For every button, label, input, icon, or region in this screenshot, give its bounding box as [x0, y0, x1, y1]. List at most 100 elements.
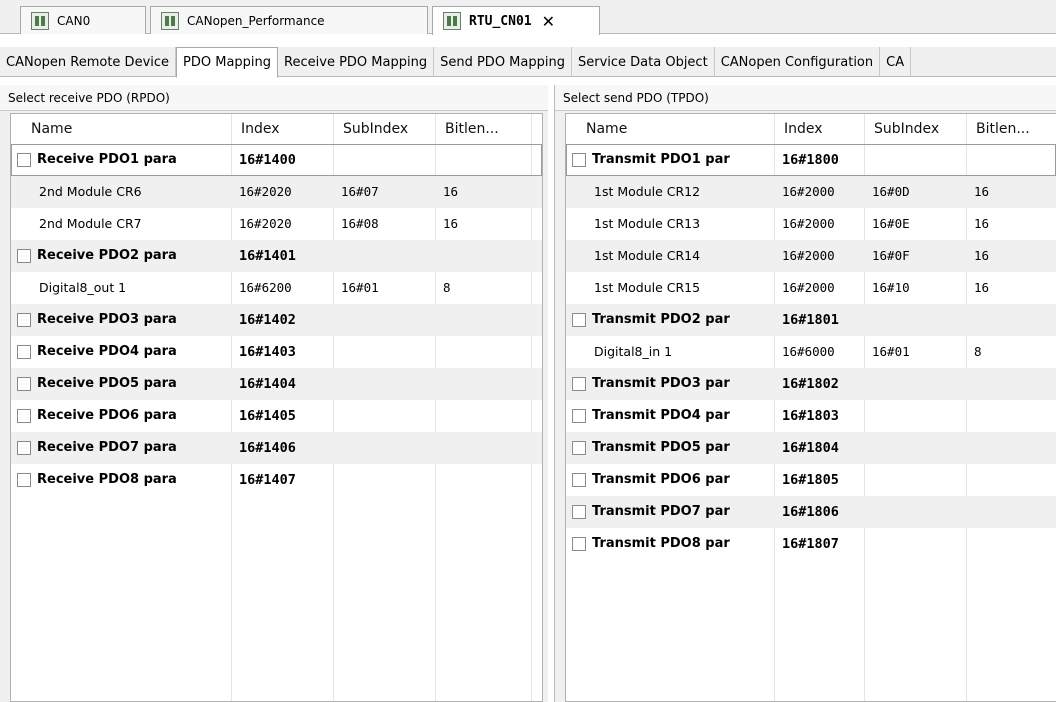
- subindex-cell: 16#0E: [872, 216, 910, 231]
- subindex-cell: [864, 528, 966, 560]
- subindex-cell: 16#0D: [872, 184, 910, 199]
- index-cell: 16#1802: [782, 376, 839, 392]
- tab-canopen-configuration[interactable]: CANopen Configuration: [715, 47, 881, 77]
- tpdo-table: Name Index SubIndex Bitlen... Transmit P…: [565, 113, 1056, 702]
- bitlen-cell: 16: [974, 216, 990, 231]
- pdo-group-row[interactable]: Receive PDO7 para 16#1406: [11, 432, 542, 464]
- rpdo-panel: Select receive PDO (RPDO) Name Index Sub…: [0, 85, 548, 702]
- doc-tab-can0[interactable]: CAN0: [20, 6, 146, 34]
- pdo-mapping-row[interactable]: 2nd Module CR7 16#2020 16#08 16: [11, 208, 542, 240]
- bitlen-cell: 8: [974, 344, 982, 359]
- rpdo-table: Name Index SubIndex Bitlen... Receive PD…: [10, 113, 543, 702]
- column-header-name[interactable]: Name: [23, 114, 72, 144]
- column-header-index[interactable]: Index: [776, 114, 823, 144]
- tab-pdo-mapping[interactable]: PDO Mapping: [176, 47, 279, 78]
- bitlen-cell: [966, 144, 1056, 176]
- close-icon[interactable]: ✕: [542, 12, 555, 31]
- subindex-cell: [333, 368, 435, 400]
- bitlen-cell: 16: [443, 216, 459, 231]
- subindex-cell: [864, 144, 966, 176]
- bitlen-cell: [435, 400, 531, 432]
- index-cell: 16#1400: [239, 152, 296, 168]
- pdo-group-row[interactable]: Transmit PDO3 par 16#1802: [566, 368, 1056, 400]
- doc-tab-rtu-cn01[interactable]: RTU_CN01 ✕: [432, 6, 600, 35]
- tpdo-table-header: Name Index SubIndex Bitlen...: [566, 114, 1056, 144]
- pdo-mapping-row[interactable]: 1st Module CR13 16#2000 16#0E 16: [566, 208, 1056, 240]
- bitlen-cell: [966, 368, 1056, 400]
- bitlen-cell: 16: [443, 184, 459, 199]
- name-cell: 1st Module CR14: [594, 248, 701, 263]
- index-cell: 16#1405: [239, 408, 296, 424]
- pdo-group-row[interactable]: Receive PDO6 para 16#1405: [11, 400, 542, 432]
- doc-tab-canopen-performance[interactable]: CANopen_Performance: [150, 6, 428, 34]
- subindex-cell: [864, 400, 966, 432]
- pdo-group-row[interactable]: Receive PDO1 para 16#1400: [11, 144, 542, 176]
- subindex-cell: 16#0F: [872, 248, 910, 263]
- index-cell: 16#1407: [239, 472, 296, 488]
- column-header-index[interactable]: Index: [233, 114, 280, 144]
- tab-canopen-remote-device[interactable]: CANopen Remote Device: [0, 47, 177, 77]
- index-cell: 16#1805: [782, 472, 839, 488]
- index-cell: 16#2000: [782, 280, 835, 295]
- pdo-group-row[interactable]: Receive PDO5 para 16#1404: [11, 368, 542, 400]
- name-cell: 1st Module CR13: [594, 216, 701, 231]
- bitlen-cell: [435, 432, 531, 464]
- index-cell: 16#2000: [782, 248, 835, 263]
- pdo-group-row[interactable]: Receive PDO2 para 16#1401: [11, 240, 542, 272]
- column-header-name[interactable]: Name: [578, 114, 627, 144]
- pdo-mapping-row[interactable]: 1st Module CR14 16#2000 16#0F 16: [566, 240, 1056, 272]
- pdo-mapping-row[interactable]: 1st Module CR15 16#2000 16#10 16: [566, 272, 1056, 304]
- tab-receive-pdo-mapping[interactable]: Receive PDO Mapping: [278, 47, 435, 77]
- column-header-subindex[interactable]: SubIndex: [335, 114, 408, 144]
- name-cell: 1st Module CR12: [594, 184, 701, 199]
- index-cell: 16#1807: [782, 536, 839, 552]
- pdo-group-row[interactable]: Transmit PDO7 par 16#1806: [566, 496, 1056, 528]
- pdo-group-row[interactable]: Transmit PDO6 par 16#1805: [566, 464, 1056, 496]
- name-cell: Transmit PDO4 par: [592, 408, 730, 423]
- name-cell: Transmit PDO7 par: [592, 504, 730, 519]
- index-cell: 16#1406: [239, 440, 296, 456]
- doc-tab-label: RTU_CN01: [469, 13, 532, 29]
- bitlen-cell: [966, 304, 1056, 336]
- name-cell: Transmit PDO5 par: [592, 440, 730, 455]
- name-cell: Transmit PDO3 par: [592, 376, 730, 391]
- bitlen-cell: [966, 400, 1056, 432]
- pdo-group-row[interactable]: Transmit PDO4 par 16#1803: [566, 400, 1056, 432]
- bitlen-cell: 16: [974, 184, 990, 199]
- pdo-group-row[interactable]: Receive PDO8 para 16#1407: [11, 464, 542, 496]
- pdo-group-row[interactable]: Transmit PDO5 par 16#1804: [566, 432, 1056, 464]
- pdo-group-row[interactable]: Receive PDO4 para 16#1403: [11, 336, 542, 368]
- index-cell: 16#6000: [782, 344, 835, 359]
- pdo-group-row[interactable]: Transmit PDO1 par 16#1800: [566, 144, 1056, 176]
- name-cell: Digital8_out 1: [39, 280, 127, 295]
- index-cell: 16#1401: [239, 248, 296, 264]
- tab-overflow[interactable]: CA: [880, 47, 912, 77]
- tab-service-data-object[interactable]: Service Data Object: [572, 47, 715, 77]
- index-cell: 16#1803: [782, 408, 839, 424]
- pdo-mapping-row[interactable]: Digital8_in 1 16#6000 16#01 8: [566, 336, 1056, 368]
- pdo-group-row[interactable]: Transmit PDO2 par 16#1801: [566, 304, 1056, 336]
- bitlen-cell: [435, 240, 531, 272]
- bitlen-cell: [966, 496, 1056, 528]
- device-icon: [443, 12, 461, 30]
- subindex-cell: [333, 144, 435, 176]
- bitlen-cell: [435, 336, 531, 368]
- subindex-cell: [333, 464, 435, 496]
- tpdo-panel: Select send PDO (TPDO) Name Index SubInd…: [554, 85, 1056, 702]
- column-header-bitlen[interactable]: Bitlen...: [968, 114, 1030, 144]
- pdo-mapping-row[interactable]: 1st Module CR12 16#2000 16#0D 16: [566, 176, 1056, 208]
- name-cell: Receive PDO3 para: [37, 312, 177, 327]
- pdo-mapping-row[interactable]: 2nd Module CR6 16#2020 16#07 16: [11, 176, 542, 208]
- pdo-mapping-row[interactable]: Digital8_out 1 16#6200 16#01 8: [11, 272, 542, 304]
- name-cell: 2nd Module CR7: [39, 216, 142, 231]
- column-header-subindex[interactable]: SubIndex: [866, 114, 939, 144]
- name-cell: Receive PDO7 para: [37, 440, 177, 455]
- pdo-group-row[interactable]: Transmit PDO8 par 16#1807: [566, 528, 1056, 560]
- bitlen-cell: [966, 528, 1056, 560]
- index-cell: 16#1402: [239, 312, 296, 328]
- tab-send-pdo-mapping[interactable]: Send PDO Mapping: [434, 47, 572, 77]
- editor-tab-bar: CANopen Remote Device PDO Mapping Receiv…: [0, 47, 1056, 78]
- bitlen-cell: 8: [443, 280, 451, 295]
- pdo-group-row[interactable]: Receive PDO3 para 16#1402: [11, 304, 542, 336]
- column-header-bitlen[interactable]: Bitlen...: [437, 114, 499, 144]
